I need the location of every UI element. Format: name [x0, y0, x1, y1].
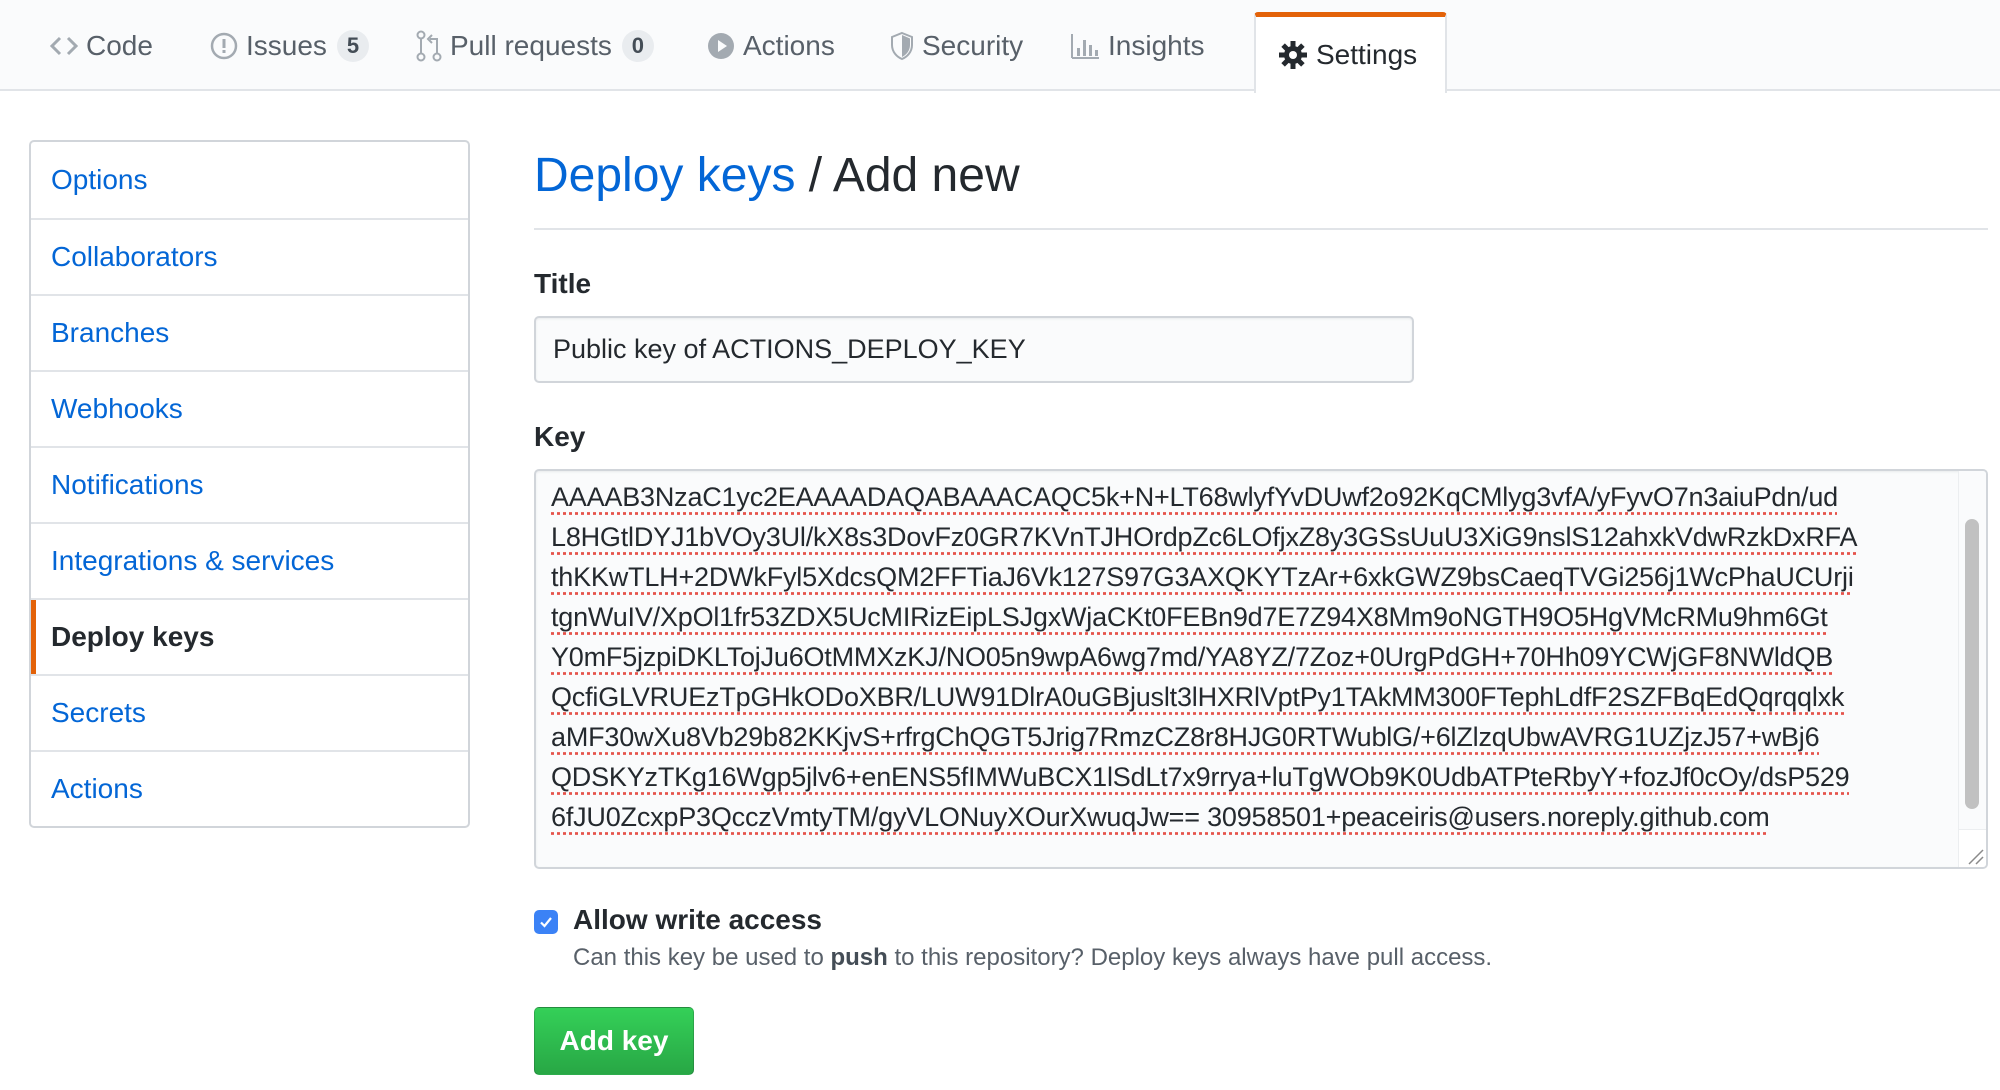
tab-pull-requests[interactable]: Pull requests 0: [416, 0, 654, 91]
sidebar-item-deploy-keys[interactable]: Deploy keys: [31, 598, 468, 674]
key-line: QDSKYzTKg16Wgp5jlv6+enENS5fIMWuBCX1lSdLt…: [551, 762, 1850, 792]
pull-requests-count-badge: 0: [621, 29, 654, 62]
key-textarea-content: AAAAB3NzaC1yc2EAAAADAQABAAACAQC5k+N+LT68…: [551, 477, 1951, 837]
note-text: to this repository? Deploy keys always h…: [887, 944, 1493, 971]
tab-actions[interactable]: Actions: [707, 0, 835, 91]
tab-label: Pull requests: [450, 29, 612, 61]
key-line: Y0mF5jzpiDKLTojJu6OtMMXzKJ/NO05n9wpA6wg7…: [551, 642, 1834, 672]
code-icon: [50, 35, 78, 57]
note-text: Can this key be used to: [573, 944, 831, 971]
tab-settings[interactable]: Settings: [1254, 12, 1447, 93]
breadcrumb-deploy-keys-link[interactable]: Deploy keys: [534, 149, 795, 202]
key-line: aMF30wXu8Vb29b82KKjvS+rfrgChQGT5Jrig7Rmz…: [551, 722, 1820, 752]
tab-issues[interactable]: Issues 5: [210, 0, 369, 91]
heading-divider: [534, 228, 1988, 230]
add-key-button[interactable]: Add key: [534, 1007, 694, 1075]
sidebar-item-notifications[interactable]: Notifications: [31, 446, 468, 522]
sidebar-item-branches[interactable]: Branches: [31, 294, 468, 370]
sidebar-item-options[interactable]: Options: [31, 142, 468, 218]
tab-label: Insights: [1108, 29, 1205, 61]
key-line: L8HGtlDYJ1bVOy3Ul/kX8s3DovFz0GR7KVnTJHOr…: [551, 522, 1858, 552]
resize-grip-icon: [1968, 849, 1984, 865]
tab-code[interactable]: Code: [50, 0, 153, 91]
issues-count-badge: 5: [336, 29, 369, 62]
settings-sidebar: Options Collaborators Branches Webhooks …: [29, 140, 470, 828]
sidebar-item-webhooks[interactable]: Webhooks: [31, 370, 468, 446]
repo-nav-tabs: Code Issues 5 Pull requests 0 Actions Se…: [0, 0, 2000, 93]
shield-icon: [890, 31, 914, 61]
play-icon: [707, 32, 735, 60]
tab-label: Security: [922, 29, 1024, 61]
sidebar-item-secrets[interactable]: Secrets: [31, 674, 468, 750]
key-line: tgnWuIV/XpOl1fr53ZDX5UcMIRizEipLSJgxWjaC…: [551, 602, 1828, 632]
allow-write-note: Can this key be used to push to this rep…: [573, 944, 1492, 972]
key-line: 6fJU0ZcxpP3QcczVmtyTM/gyVLONuyXOurXwuqJw…: [551, 802, 1770, 832]
breadcrumb-separator: /: [795, 149, 833, 202]
tab-label: Issues: [246, 29, 327, 61]
resize-handle[interactable]: [1958, 829, 1986, 867]
key-line: AAAAB3NzaC1yc2EAAAADAQABAAACAQC5k+N+LT68…: [551, 482, 1838, 512]
title-label: Title: [534, 268, 592, 299]
title-input[interactable]: [534, 316, 1414, 383]
page-title: Deploy keys / Add new: [534, 148, 1020, 203]
allow-write-checkbox[interactable]: [534, 910, 558, 934]
allow-write-label[interactable]: Allow write access: [573, 904, 822, 936]
note-bold-text: push: [830, 944, 888, 971]
sidebar-item-collaborators[interactable]: Collaborators: [31, 218, 468, 294]
pull-request-icon: [416, 30, 442, 62]
key-textarea-scrollbar[interactable]: [1958, 471, 1986, 829]
key-label: Key: [534, 421, 586, 452]
tab-label: Code: [86, 29, 153, 61]
sidebar-item-integrations-services[interactable]: Integrations & services: [31, 522, 468, 598]
key-line: QcfiGLVRUEzTpGHkODoXBR/LUW91DlrA0uGBjusl…: [551, 682, 1845, 712]
sidebar-item-actions[interactable]: Actions: [31, 750, 468, 826]
key-line: thKKwTLH+2DWkFyl5XdcsQM2FFTiaJ6Vk127S97G…: [551, 562, 1854, 592]
checkmark-icon: [540, 917, 552, 928]
tab-label: Actions: [743, 29, 835, 61]
tab-insights[interactable]: Insights: [1070, 0, 1205, 91]
issue-icon: [210, 32, 238, 60]
page-title-text: Add new: [832, 149, 1020, 202]
gear-icon: [1278, 40, 1308, 70]
tab-security[interactable]: Security: [890, 0, 1023, 91]
scrollbar-thumb[interactable]: [1965, 519, 1979, 809]
graph-icon: [1070, 32, 1100, 60]
tab-label: Settings: [1316, 39, 1418, 70]
key-textarea[interactable]: AAAAB3NzaC1yc2EAAAADAQABAAACAQC5k+N+LT68…: [534, 469, 1988, 869]
